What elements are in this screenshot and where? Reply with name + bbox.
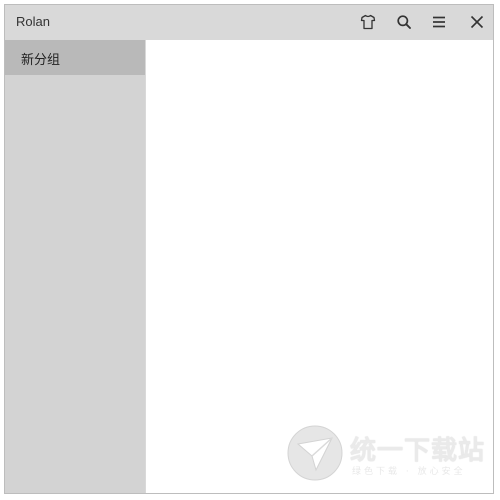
title-bar[interactable]: Rolan [5, 5, 493, 40]
search-button[interactable] [393, 11, 415, 33]
watermark-subtext: 绿色下载 · 放心安全 [352, 467, 466, 477]
search-icon [396, 14, 412, 30]
menu-button[interactable] [428, 11, 450, 33]
window-title: Rolan [16, 14, 50, 29]
close-button[interactable] [466, 11, 488, 33]
sidebar-item-new-group[interactable]: 新分组 [5, 40, 145, 75]
menu-icon [431, 14, 447, 30]
watermark-text: 统一下载站 [350, 436, 486, 466]
watermark: 统一下载站 绿色下载 · 放心安全 [286, 420, 486, 488]
skin-button[interactable] [357, 11, 379, 33]
shirt-icon [360, 14, 376, 30]
close-icon [469, 14, 485, 30]
sidebar-item-label: 新分组 [21, 53, 61, 68]
group-sidebar: 新分组 [5, 40, 145, 493]
watermark-logo-icon [286, 424, 344, 482]
